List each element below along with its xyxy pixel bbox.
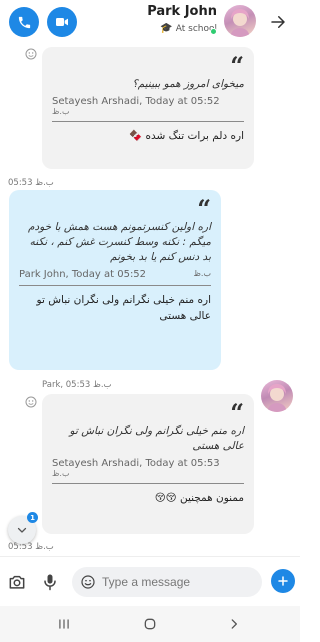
quote-icon: “ bbox=[230, 398, 244, 427]
quote-time-suffix: ب.ظ bbox=[52, 107, 70, 116]
emoji-icon[interactable] bbox=[80, 574, 96, 590]
call-button[interactable] bbox=[9, 7, 39, 37]
camera-icon bbox=[9, 575, 25, 589]
chevron-down-icon bbox=[17, 527, 27, 533]
message-bubble[interactable]: “ اره منم خیلی نگرانم ولی نگران نباش تو … bbox=[42, 394, 254, 534]
message-text: ممنون همچنین 😚😚 bbox=[154, 492, 244, 504]
quote-author-time: Park John, Today at 05:52 bbox=[19, 269, 147, 280]
quote-time-suffix: ب.ظ bbox=[52, 469, 70, 478]
message-composer bbox=[0, 556, 300, 606]
message-bubble[interactable]: “ میخوای امروز همو ببینیم؟ Setayesh Arsh… bbox=[42, 47, 254, 169]
avatar-portrait bbox=[230, 9, 250, 37]
add-content-button[interactable] bbox=[271, 569, 295, 593]
quote-author-time: Setayesh Arshadi, Today at 05:53 bbox=[52, 458, 220, 469]
message-text: اره منم خیلی نگرانم ولی نگران نباش تو عا… bbox=[36, 294, 211, 322]
message-text: اره دلم برات تنگ شده 🍫 bbox=[129, 130, 244, 142]
message-bubble[interactable]: “ اره اولین کنسرتمونم هست همش با خودم می… bbox=[9, 190, 221, 370]
sender-avatar[interactable] bbox=[261, 380, 293, 412]
contact-name[interactable]: Park John bbox=[147, 4, 217, 19]
graduation-cap-icon: 🎓 bbox=[160, 23, 173, 34]
contact-avatar[interactable] bbox=[224, 5, 256, 37]
message-timestamp: 05:53 ب.ظ bbox=[8, 542, 54, 552]
arrow-right-icon bbox=[271, 16, 285, 28]
message-list[interactable]: “ میخوای امروز همو ببینیم؟ Setayesh Arsh… bbox=[0, 44, 300, 556]
quote-icon: “ bbox=[197, 194, 211, 223]
system-navigation-bar bbox=[0, 606, 300, 642]
video-camera-icon bbox=[56, 18, 68, 26]
unread-badge: 1 bbox=[27, 512, 38, 523]
home-icon bbox=[144, 618, 156, 630]
online-indicator bbox=[210, 28, 217, 35]
recent-apps-button[interactable] bbox=[52, 612, 76, 636]
chat-header: Park John 🎓 At school bbox=[0, 0, 300, 44]
quote-divider bbox=[19, 285, 211, 286]
sender-timestamp: Park, 05:53 ب.ظ bbox=[42, 380, 112, 390]
add-reaction-icon[interactable] bbox=[25, 396, 37, 408]
phone-icon bbox=[18, 16, 30, 28]
camera-button[interactable] bbox=[7, 572, 27, 592]
add-reaction-icon[interactable] bbox=[25, 48, 37, 60]
quoted-text: میخوای امروز همو ببینیم؟ bbox=[132, 78, 244, 90]
quote-author-time: Setayesh Arshadi, Today at 05:52 bbox=[52, 96, 220, 107]
microphone-icon bbox=[44, 574, 56, 591]
back-button[interactable] bbox=[222, 612, 246, 636]
quote-icon: “ bbox=[230, 51, 244, 80]
forward-button[interactable] bbox=[266, 10, 290, 34]
message-timestamp: 05:53 ب.ظ bbox=[8, 178, 54, 188]
quoted-text: اره منم خیلی نگرانم ولی نگران نباش تو عا… bbox=[69, 425, 244, 452]
microphone-button[interactable] bbox=[40, 572, 60, 592]
back-chevron-icon bbox=[231, 619, 237, 629]
quote-author-time-row: Park John, Today at 05:52 ب.ظ bbox=[19, 269, 211, 280]
quoted-text: اره اولین کنسرتمونم هست همش با خودم میگم… bbox=[28, 221, 211, 263]
video-call-button[interactable] bbox=[47, 7, 77, 37]
avatar-portrait bbox=[267, 384, 287, 412]
quote-divider bbox=[52, 483, 244, 484]
home-button[interactable] bbox=[138, 612, 162, 636]
contact-status[interactable]: 🎓 At school bbox=[160, 23, 217, 34]
quote-time-suffix: ب.ظ bbox=[193, 269, 211, 278]
chat-screen: Park John 🎓 At school “ میخوای امروز همو… bbox=[0, 0, 300, 642]
message-input[interactable] bbox=[102, 575, 252, 589]
quote-divider bbox=[52, 121, 244, 122]
plus-icon bbox=[278, 576, 288, 586]
message-input-container[interactable] bbox=[72, 567, 262, 597]
recent-apps-icon bbox=[59, 619, 69, 629]
